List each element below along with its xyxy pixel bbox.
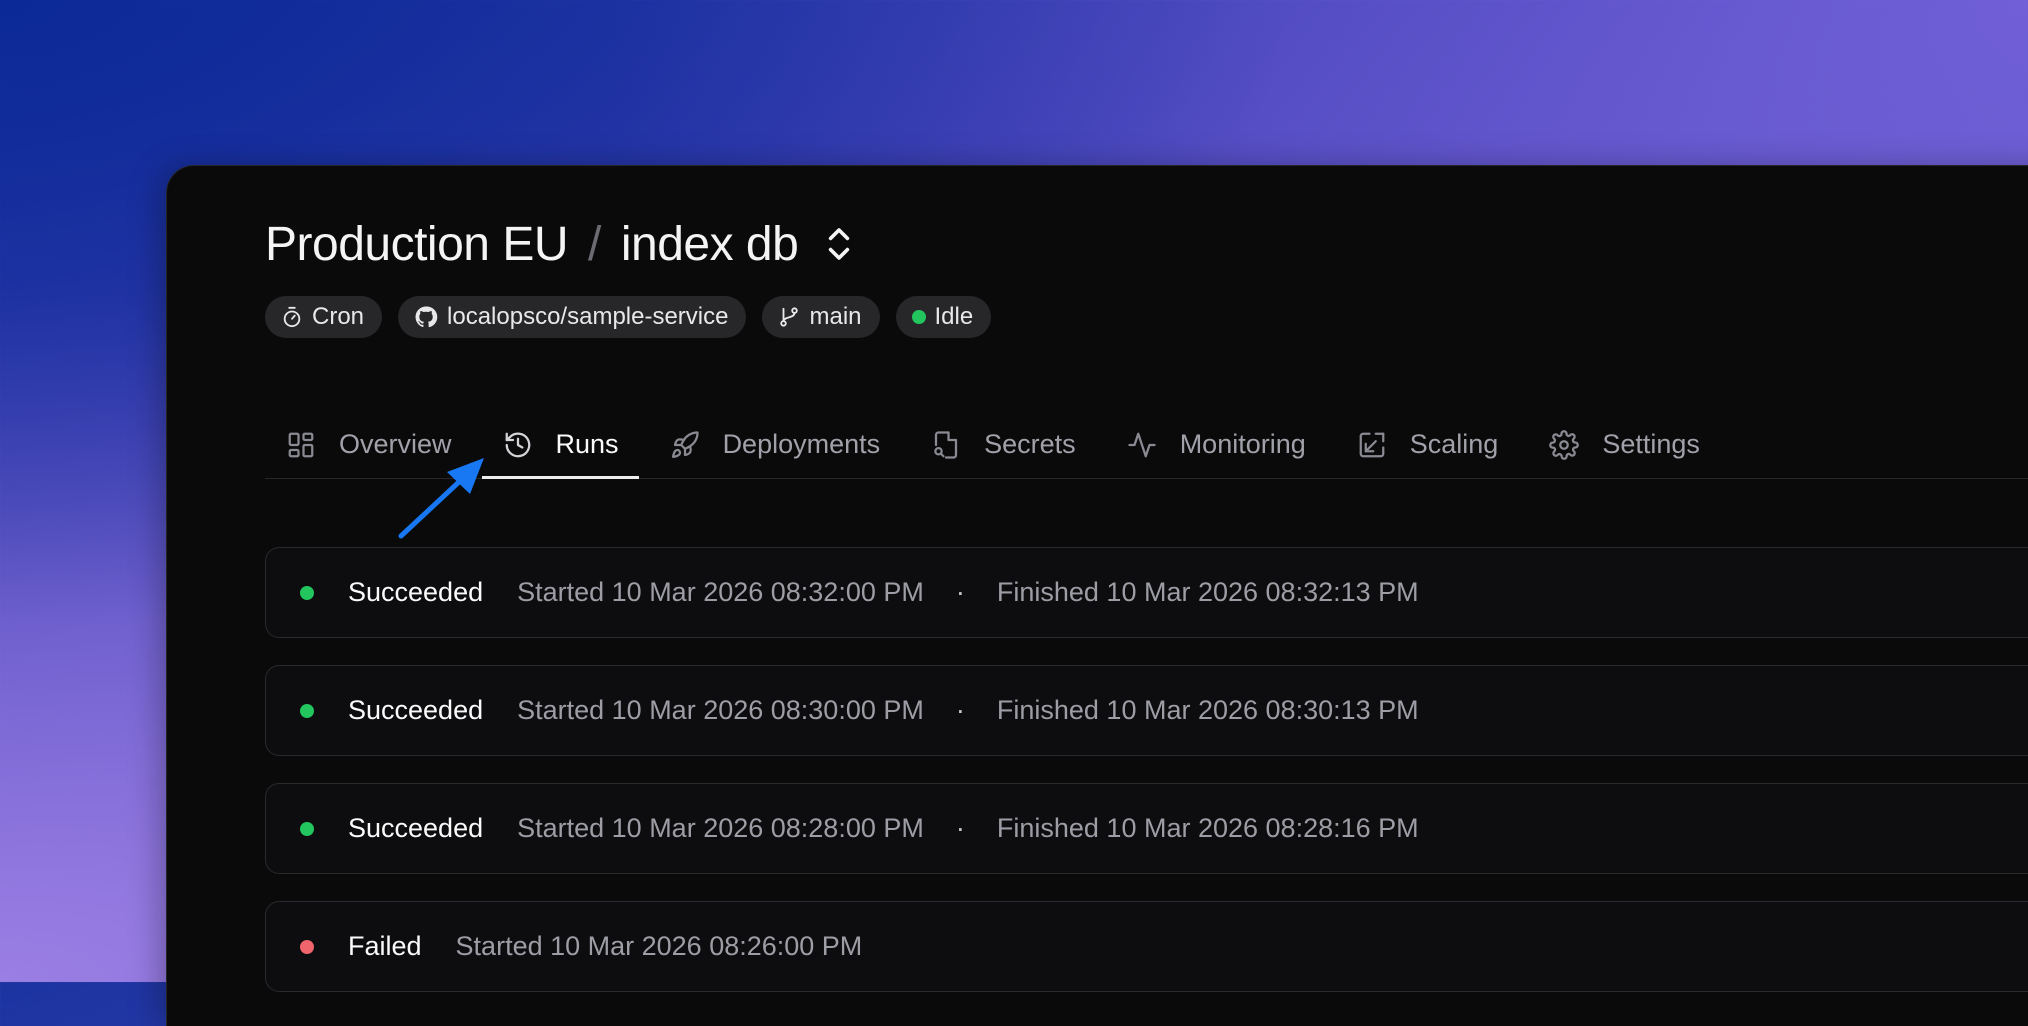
run-separator: · [955,577,965,607]
breadcrumb-separator: / [588,217,601,271]
chip-label: localopsco/sample-service [447,303,729,330]
run-status: Succeeded [348,813,484,843]
chevrons-up-down-icon [829,228,850,260]
chip-label: Idle [934,303,974,330]
tab-label: Overview [339,429,452,459]
app-window: Production EU / index db Cron localopsco… [166,165,2028,1026]
chip-trigger-type: Cron [265,296,383,338]
run-started: Started 10 Mar 2026 08:32:00 PM [517,577,924,607]
chip-label: Cron [312,303,365,330]
rocket-icon [669,429,701,461]
run-status: Succeeded [348,577,484,607]
run-finished: Finished 10 Mar 2026 08:32:13 PM [996,577,1419,607]
service-meta-chips: Cron localopsco/sample-service main Idle [265,296,2028,338]
tab-label: Settings [1602,429,1700,459]
grid-icon [285,429,317,461]
status-dot-green [300,703,314,718]
run-row[interactable]: Succeeded Started 10 Mar 2026 08:30:00 P… [265,665,2028,756]
run-started: Started 10 Mar 2026 08:28:00 PM [517,813,924,843]
run-status: Succeeded [348,695,484,725]
tab-label: Scaling [1409,429,1499,459]
timer-icon [283,306,301,328]
tab-label: Runs [555,429,619,459]
service-switcher-button[interactable] [822,223,856,265]
status-dot-green [911,310,926,324]
file-key-icon [930,429,962,461]
run-row[interactable]: Succeeded Started 10 Mar 2026 08:32:00 P… [265,547,2028,638]
run-finished: Finished 10 Mar 2026 08:30:13 PM [996,695,1419,725]
run-status: Failed [348,931,422,961]
tab-overview[interactable]: Overview [265,411,472,478]
tab-settings[interactable]: Settings [1528,411,1720,478]
status-dot-green [300,821,314,836]
run-row[interactable]: Failed Started 10 Mar 2026 08:26:00 PM [265,901,2028,992]
run-started: Started 10 Mar 2026 08:30:00 PM [517,695,924,725]
history-icon [502,429,534,461]
tab-label: Monitoring [1179,429,1306,459]
page-title: Production EU / index db [265,214,2028,274]
status-dot-green [300,585,314,600]
breadcrumb-service: index db [620,217,799,271]
run-separator: · [955,695,965,725]
tab-monitoring[interactable]: Monitoring [1106,411,1326,478]
run-row[interactable]: Succeeded Started 10 Mar 2026 08:28:00 P… [265,783,2028,874]
chip-repository[interactable]: localopsco/sample-service [398,296,747,338]
scale-icon [1356,429,1388,461]
tab-label: Secrets [984,429,1076,459]
activity-icon [1126,429,1158,461]
git-branch-icon [780,307,799,327]
tab-secrets[interactable]: Secrets [910,411,1096,478]
page-content: Production EU / index db Cron localopsco… [265,214,2028,992]
breadcrumb-environment[interactable]: Production EU [265,217,569,272]
tab-bar: Overview Runs Deployments Secrets Monito… [265,411,2028,479]
tab-runs[interactable]: Runs [481,411,639,479]
gear-icon [1548,429,1580,461]
tab-deployments[interactable]: Deployments [649,411,901,478]
run-started: Started 10 Mar 2026 08:26:00 PM [455,931,863,961]
runs-list: Succeeded Started 10 Mar 2026 08:32:00 P… [265,547,2028,1019]
github-icon [415,306,438,328]
run-separator: · [955,813,965,843]
tab-scaling[interactable]: Scaling [1336,411,1519,478]
status-dot-red [300,939,314,954]
run-finished: Finished 10 Mar 2026 08:28:16 PM [996,813,1419,843]
chip-label: main [809,303,862,330]
tab-label: Deployments [722,429,881,459]
chip-service-status: Idle [895,296,992,338]
chip-branch: main [762,296,880,338]
